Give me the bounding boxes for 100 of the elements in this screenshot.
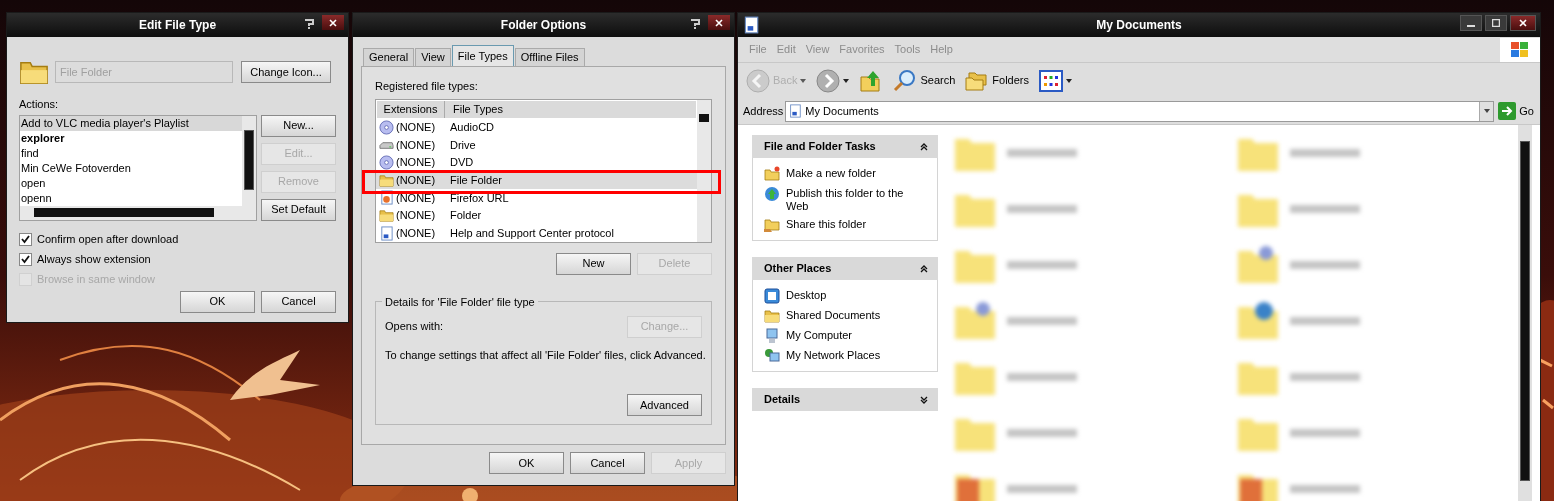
blurred-label [1289,429,1360,437]
dialog-button[interactable]: Cancel [261,290,336,313]
window-title: My Documents [1096,17,1182,34]
column-header[interactable]: Extensions [377,100,445,119]
desktop-icon [764,288,780,304]
document-icon [742,16,760,34]
pane-link[interactable]: Make a new folder [786,165,876,180]
disc-icon [378,155,394,171]
scrollbar[interactable] [1518,125,1532,501]
address-label: Address [743,103,784,119]
pane-link[interactable]: My Computer [786,327,853,342]
caret-icon [800,78,807,83]
opens-with-label: Opens with: [385,319,444,335]
minimize-button[interactable] [1460,15,1482,31]
pane-link[interactable]: Publish this folder to the Web [786,185,926,213]
dropdown-caret-icon[interactable] [1483,109,1490,113]
pane-link[interactable]: My Network Places [786,347,881,362]
scrollbar[interactable] [697,99,711,242]
action-item[interactable]: explorer [20,130,242,146]
flag-logo [1510,40,1530,59]
folder-icon [378,172,394,188]
new-folder-icon [764,166,780,182]
action-item[interactable]: openn [20,190,242,206]
pane-link[interactable]: Share this folder [786,216,867,231]
tab[interactable]: General [363,48,415,66]
caret-icon [1066,78,1072,83]
extension-cell-text: (NONE) [396,155,437,171]
shared-folder-icon [764,217,780,233]
file-type-cell-text: Folder [450,208,482,224]
advanced-button[interactable]: Advanced [627,394,702,416]
maximize-button[interactable] [1485,15,1507,31]
close-icon [1519,19,1527,27]
pane-link[interactable]: Shared Documents [786,307,881,322]
file-type-cell-text: AudioCD [450,120,495,136]
file-type-row[interactable]: (NONE) Folder [376,207,697,224]
checkbox[interactable] [19,252,32,266]
views-grid-icon [1039,69,1063,92]
action-item[interactable]: find [20,145,242,161]
pane-link[interactable]: Desktop [786,287,827,302]
blurred-label [1007,429,1077,437]
extension-cell-text: (NONE) [396,120,437,136]
folder-icon[interactable] [953,301,997,341]
blurred-label [1007,485,1077,493]
extension-cell-text: (NONE) [396,190,437,206]
close-button[interactable] [708,15,730,30]
close-icon [329,18,337,27]
action-button[interactable]: New... [261,114,336,137]
file-type-cell-text: DVD [450,155,474,171]
blurred-label [1289,205,1360,213]
file-type-row[interactable]: (NONE) Drive [376,136,697,154]
action-button[interactable]: Set Default [261,198,336,221]
pane-header[interactable]: Other Places [752,257,938,280]
minimize-icon [1467,25,1475,27]
toolbar-button[interactable] [816,68,850,93]
close-button[interactable] [322,15,344,30]
web-page-icon [378,190,394,206]
window-title: Edit File Type [138,17,217,34]
tab[interactable]: File Types [451,45,514,66]
blurred-label [1007,205,1077,213]
blurred-label [1007,317,1077,325]
dialog-button[interactable]: Cancel [570,452,645,474]
action-item[interactable]: Min CeWe Fotoverden [20,160,242,176]
close-button[interactable] [1510,15,1536,31]
maximize-icon [1492,19,1500,27]
pane-header[interactable]: Details [752,388,938,411]
window-title: Folder Options [500,17,587,34]
dialog-button[interactable]: New [556,252,631,275]
file-type-row[interactable]: (NONE) DVD [376,154,697,171]
extension-cell-text: (NONE) [396,137,437,153]
tab[interactable]: Offline Files [514,48,585,66]
pane-header[interactable]: File and Folder Tasks [752,135,938,158]
toolbar-button[interactable] [1039,69,1072,92]
list-label: Registered file types: [375,79,479,94]
action-item[interactable]: Add to VLC media player's Playlist [20,115,242,131]
scrollbar[interactable] [242,115,256,206]
address-field[interactable]: My Documents [785,100,1495,122]
close-icon [715,18,723,27]
folder-icon[interactable] [1235,245,1280,285]
file-type-row[interactable]: (NONE) AudioCD [376,119,697,136]
blurred-label [1289,317,1360,325]
collapse-chevron-icon [920,142,928,151]
dialog-button[interactable]: OK [180,290,255,313]
action-item[interactable]: open [20,175,242,191]
scrollbar[interactable] [20,205,256,220]
toolbar-button[interactable]: Folders [965,68,1029,93]
file-type-row[interactable]: (NONE) Firefox URL [376,189,697,207]
folder-icon[interactable] [1235,301,1280,341]
expand-chevron-icon [920,395,928,404]
column-header[interactable]: File Types [445,100,696,119]
blurred-label [1007,149,1077,157]
dialog-button[interactable]: OK [489,452,564,474]
tab[interactable]: View [415,48,451,66]
change-icon-button[interactable]: Change Icon... [241,61,331,83]
blurred-label [1007,373,1077,381]
checkbox[interactable] [19,232,32,246]
file-type-row[interactable]: (NONE) Help and Support Center protocol [376,224,697,242]
extension-cell-text: (NONE) [396,173,437,189]
blurred-label [1289,261,1360,269]
go-button[interactable]: Go [1498,102,1534,120]
toolbar-button[interactable]: Search [893,68,956,93]
